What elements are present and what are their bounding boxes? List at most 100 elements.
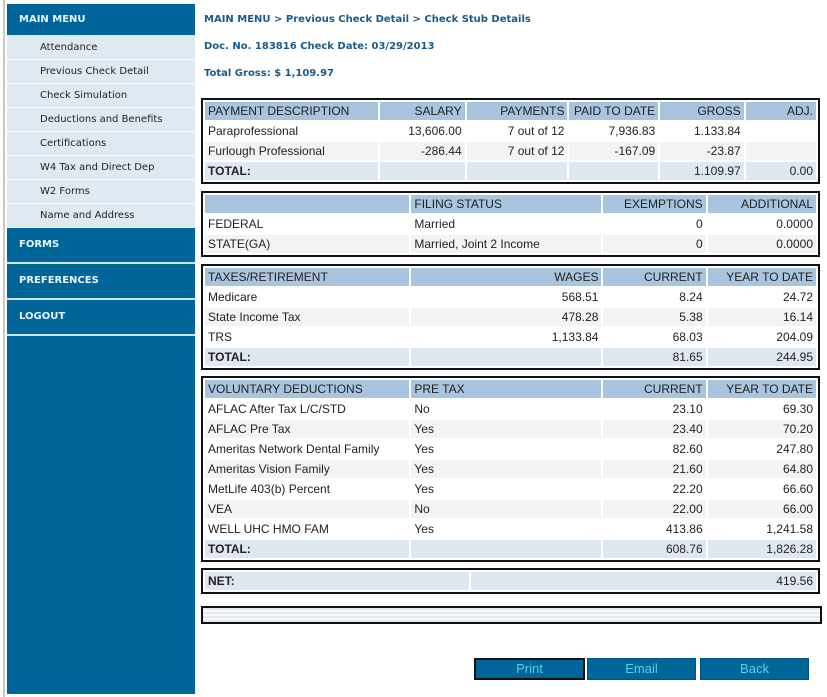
cell: Yes bbox=[411, 440, 602, 458]
sidebar-main-menu-header[interactable]: MAIN MENU bbox=[7, 4, 195, 36]
doc-number-check-date: Doc. No. 183816 Check Date: 03/29/2013 bbox=[204, 41, 435, 52]
sidebar: MAIN MENU Attendance Previous Check Deta… bbox=[7, 4, 195, 694]
table-row: Ameritas Network Dental Family Yes 82.60… bbox=[205, 440, 816, 458]
table-row: Medicare 568.51 8.24 24.72 bbox=[205, 288, 816, 306]
page-edge-line bbox=[3, 0, 5, 697]
cell: Paraprofessional bbox=[205, 122, 379, 140]
cell: Ameritas Network Dental Family bbox=[205, 440, 410, 458]
cell: 1,133.84 bbox=[411, 328, 602, 346]
table-row: Furlough Professional -286.44 7 out of 1… bbox=[205, 142, 816, 160]
total-label: TOTAL: bbox=[205, 162, 379, 180]
cell: 0.0000 bbox=[707, 235, 816, 253]
sidebar-item-w4-tax[interactable]: W4 Tax and Direct Dep bbox=[7, 156, 195, 180]
cell: Yes bbox=[411, 520, 602, 538]
table-row: AFLAC After Tax L/C/STD No 23.10 69.30 bbox=[205, 400, 816, 418]
sidebar-section-forms[interactable]: FORMS bbox=[7, 228, 195, 264]
cell: 24.72 bbox=[707, 288, 816, 306]
cell: Married, Joint 2 Income bbox=[411, 235, 602, 253]
print-button[interactable]: Print bbox=[474, 658, 585, 680]
cell: 568.51 bbox=[411, 288, 602, 306]
filing-status-table: FILING STATUS EXEMPTIONS ADDITIONAL FEDE… bbox=[201, 191, 820, 257]
cell bbox=[745, 122, 816, 140]
cell: 247.80 bbox=[707, 440, 816, 458]
cell: TRS bbox=[205, 328, 410, 346]
sidebar-item-deductions-benefits[interactable]: Deductions and Benefits bbox=[7, 108, 195, 132]
total-label: TOTAL: bbox=[205, 348, 410, 366]
sidebar-section-preferences[interactable]: PREFERENCES bbox=[7, 264, 195, 300]
empty-cell bbox=[411, 540, 602, 558]
total-row: TOTAL: 1.109.97 0.00 bbox=[205, 162, 816, 180]
sidebar-item-certifications[interactable]: Certifications bbox=[7, 132, 195, 156]
col-header: PRE TAX bbox=[411, 380, 602, 398]
cell: 7 out of 12 bbox=[466, 142, 568, 160]
col-header: TAXES/RETIREMENT bbox=[205, 268, 410, 286]
cell: MetLife 403(b) Percent bbox=[205, 480, 410, 498]
col-header: PAYMENT DESCRIPTION bbox=[205, 102, 379, 120]
table-header-row: FILING STATUS EXEMPTIONS ADDITIONAL bbox=[205, 195, 816, 213]
total-row: TOTAL: 608.76 1,826.28 bbox=[205, 540, 816, 558]
cell: FEDERAL bbox=[205, 215, 410, 233]
sidebar-section-logout[interactable]: LOGOUT bbox=[7, 300, 195, 336]
cell: 8.24 bbox=[603, 288, 706, 306]
total-gross-value: 1.109.97 bbox=[660, 162, 744, 180]
cell: WELL UHC HMO FAM bbox=[205, 520, 410, 538]
col-header: ADJ. bbox=[745, 102, 816, 120]
empty-cell bbox=[411, 348, 602, 366]
back-button[interactable]: Back bbox=[700, 658, 809, 680]
table-row: WELL UHC HMO FAM Yes 413.86 1,241.58 bbox=[205, 520, 816, 538]
sidebar-item-check-simulation[interactable]: Check Simulation bbox=[7, 84, 195, 108]
table-row: State Income Tax 478.28 5.38 16.14 bbox=[205, 308, 816, 326]
col-header: VOLUNTARY DEDUCTIONS bbox=[205, 380, 410, 398]
cell: 66.60 bbox=[707, 480, 816, 498]
cell: 413.86 bbox=[603, 520, 706, 538]
taxes-retirement-table: TAXES/RETIREMENT WAGES CURRENT YEAR TO D… bbox=[201, 264, 820, 370]
net-table: NET: 419.56 bbox=[201, 568, 820, 594]
empty-cell bbox=[466, 162, 568, 180]
cell: -23.87 bbox=[660, 142, 744, 160]
total-current-value: 81.65 bbox=[603, 348, 706, 366]
sidebar-item-name-address[interactable]: Name and Address bbox=[7, 204, 195, 228]
cell: Yes bbox=[411, 420, 602, 438]
cell: 22.20 bbox=[603, 480, 706, 498]
col-header: YEAR TO DATE bbox=[707, 380, 816, 398]
cell: Yes bbox=[411, 460, 602, 478]
cell: 16.14 bbox=[707, 308, 816, 326]
col-header: WAGES bbox=[411, 268, 602, 286]
table-row: MetLife 403(b) Percent Yes 22.20 66.60 bbox=[205, 480, 816, 498]
cell: Ameritas Vision Family bbox=[205, 460, 410, 478]
sidebar-item-previous-check-detail[interactable]: Previous Check Detail bbox=[7, 60, 195, 84]
sidebar-item-attendance[interactable]: Attendance bbox=[7, 36, 195, 60]
cell: 70.20 bbox=[707, 420, 816, 438]
email-button[interactable]: Email bbox=[587, 658, 696, 680]
cell: Yes bbox=[411, 480, 602, 498]
cell: 13,606.00 bbox=[380, 122, 465, 140]
col-header: PAID TO DATE bbox=[569, 102, 659, 120]
cell: 69.30 bbox=[707, 400, 816, 418]
total-row: TOTAL: 81.65 244.95 bbox=[205, 348, 816, 366]
cell: 0.0000 bbox=[707, 215, 816, 233]
total-ytd-value: 244.95 bbox=[707, 348, 816, 366]
cell: 1,241.58 bbox=[707, 520, 816, 538]
col-header: GROSS bbox=[660, 102, 744, 120]
total-current-value: 608.76 bbox=[603, 540, 706, 558]
table-header-row: PAYMENT DESCRIPTION SALARY PAYMENTS PAID… bbox=[205, 102, 816, 120]
cell: Married bbox=[411, 215, 602, 233]
cell: 23.40 bbox=[603, 420, 706, 438]
cell: State Income Tax bbox=[205, 308, 410, 326]
cell: No bbox=[411, 400, 602, 418]
cell: 23.10 bbox=[603, 400, 706, 418]
cell: 68.03 bbox=[603, 328, 706, 346]
cell: 66.00 bbox=[707, 500, 816, 518]
col-header: EXEMPTIONS bbox=[603, 195, 706, 213]
sidebar-item-w2-forms[interactable]: W2 Forms bbox=[7, 180, 195, 204]
cell: 478.28 bbox=[411, 308, 602, 326]
table-row: Ameritas Vision Family Yes 21.60 64.80 bbox=[205, 460, 816, 478]
empty-cell bbox=[380, 162, 465, 180]
table-header-row: TAXES/RETIREMENT WAGES CURRENT YEAR TO D… bbox=[205, 268, 816, 286]
breadcrumb: MAIN MENU > Previous Check Detail > Chec… bbox=[204, 14, 531, 25]
cell: AFLAC After Tax L/C/STD bbox=[205, 400, 410, 418]
cell: Medicare bbox=[205, 288, 410, 306]
net-row: NET: 419.56 bbox=[205, 572, 816, 590]
cell: AFLAC Pre Tax bbox=[205, 420, 410, 438]
col-header: CURRENT bbox=[603, 380, 706, 398]
